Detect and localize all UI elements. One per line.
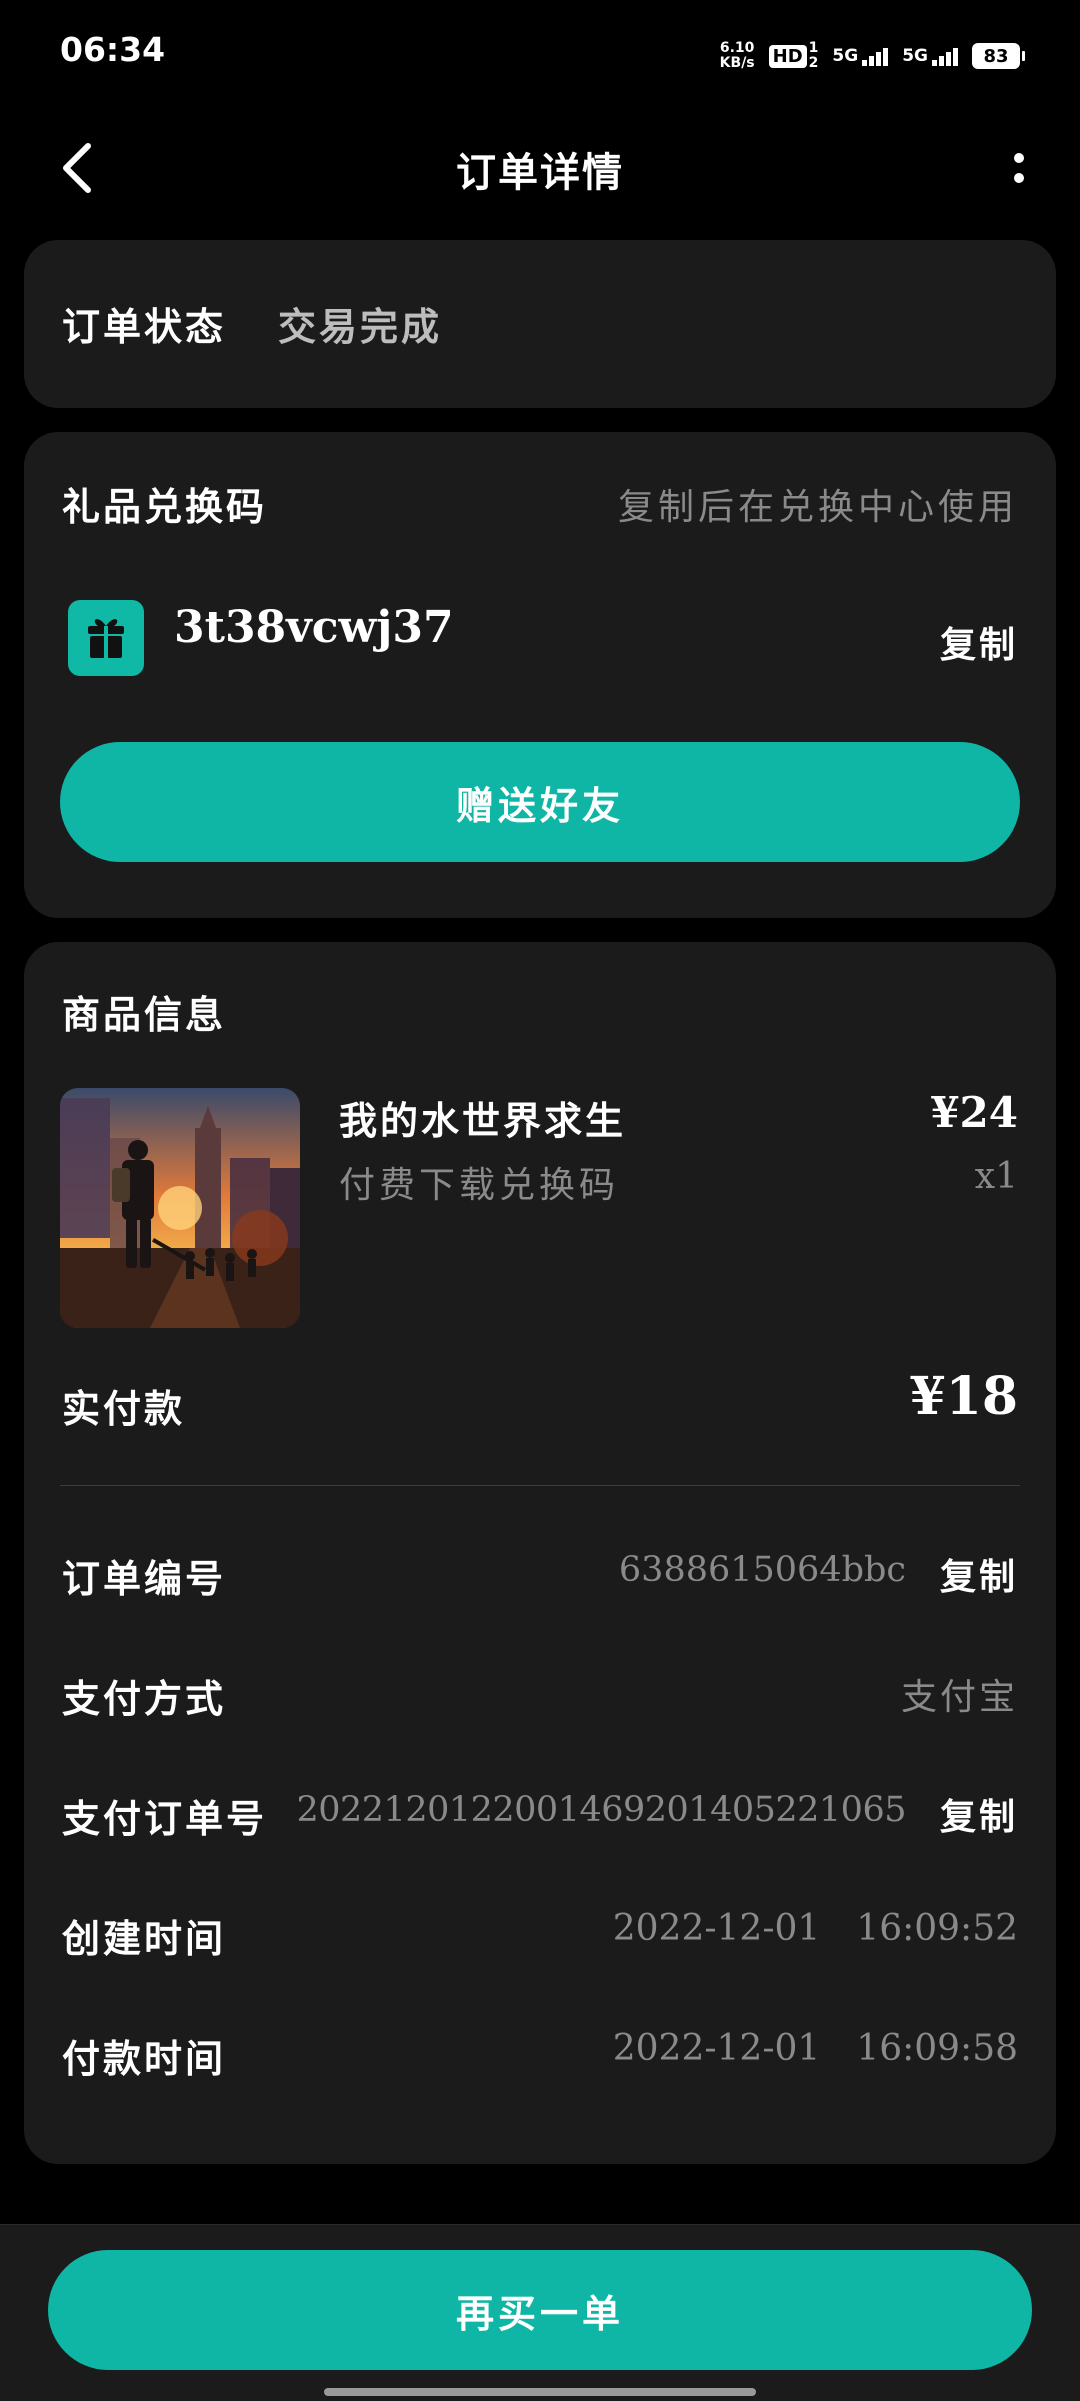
sim-bottom: 2	[808, 55, 819, 71]
hd-indicator: HD 1 2	[768, 41, 819, 71]
status-time: 06:34	[60, 30, 166, 69]
status-icons: 6.10 KB/s HD 1 2 5G 5G 83	[720, 36, 1025, 76]
product-subtitle: 付费下载兑换码	[339, 1165, 620, 1206]
product-name: 我的水世界求生	[339, 1098, 627, 1143]
signal-1-label: 5G	[832, 46, 859, 66]
gift-friend-button[interactable]: 赠送好友	[60, 742, 1020, 862]
pay-order-value: 2022120122001469201405221065	[296, 1790, 906, 1830]
more-button[interactable]	[1004, 146, 1034, 190]
order-status-label: 订单状态	[62, 304, 227, 349]
pay-order-label: 支付订单号	[62, 1796, 268, 1841]
nav-bar: 订单详情	[0, 120, 1080, 216]
created-date: 2022-12-01	[612, 1908, 821, 1949]
copy-pay-order-button[interactable]: 复制	[940, 1788, 1018, 1840]
created-time-value: 2022-12-01 16:09:52	[613, 1908, 1018, 1949]
paid-time-value: 2022-12-01 16:09:58	[613, 2028, 1018, 2069]
gift-icon	[68, 600, 144, 676]
paid-date: 2022-12-01	[612, 2028, 821, 2069]
created-clock: 16:09:52	[856, 1908, 1018, 1949]
sim-top: 1	[808, 40, 819, 56]
product-price: ¥24	[930, 1088, 1018, 1137]
product-section-label: 商品信息	[62, 992, 227, 1037]
divider	[60, 1485, 1020, 1486]
paid-time-label: 付款时间	[62, 2036, 227, 2081]
order-no-value: 6388615064bbc	[618, 1550, 906, 1590]
product-card: 商品信息 我的水世界求生 ¥24 付费下载兑换码 x1 实付款 ¥18 订单编号…	[24, 942, 1056, 2164]
order-status-card: 订单状态 交易完成	[24, 240, 1056, 408]
signal-2-label: 5G	[902, 46, 928, 66]
pay-method-label: 支付方式	[62, 1676, 227, 1721]
copy-order-no-button[interactable]: 复制	[940, 1548, 1018, 1600]
net-speed-unit: KB/s	[719, 55, 755, 71]
paid-clock: 16:09:58	[856, 2028, 1018, 2069]
gift-code-value: 3t38vcwj37	[174, 602, 454, 653]
product-thumbnail	[60, 1088, 300, 1328]
hd-icon: HD	[768, 44, 807, 68]
status-bar: 06:34 6.10 KB/s HD 1 2 5G 5G 83	[0, 0, 1080, 110]
page-title: 订单详情	[456, 149, 624, 196]
battery-icon: 83	[972, 43, 1025, 69]
signal-2-icon: 5G	[902, 46, 958, 66]
paid-amount: ¥18	[909, 1366, 1018, 1427]
product-quantity: x1	[974, 1156, 1018, 1197]
rebuy-button[interactable]: 再买一单	[48, 2250, 1032, 2370]
order-no-label: 订单编号	[62, 1556, 227, 1601]
home-indicator[interactable]	[324, 2388, 756, 2396]
created-time-label: 创建时间	[62, 1916, 227, 1961]
gift-code-card: 礼品兑换码 复制后在兑换中心使用 3t38vcwj37 复制 赠送好友	[24, 432, 1056, 918]
net-speed-value: 6.10	[719, 40, 755, 56]
copy-gift-code-button[interactable]: 复制	[940, 616, 1018, 668]
signal-1-icon: 5G	[832, 46, 889, 66]
net-speed: 6.10 KB/s	[720, 41, 755, 71]
sim-indicator: 1 2	[809, 41, 819, 71]
paid-label: 实付款	[62, 1386, 186, 1431]
gift-code-hint: 复制后在兑换中心使用	[617, 487, 1018, 528]
order-status-value: 交易完成	[278, 304, 443, 349]
gift-code-label: 礼品兑换码	[62, 484, 268, 529]
more-vertical-icon	[1014, 153, 1024, 183]
pay-method-value: 支付宝	[900, 1677, 1018, 1718]
